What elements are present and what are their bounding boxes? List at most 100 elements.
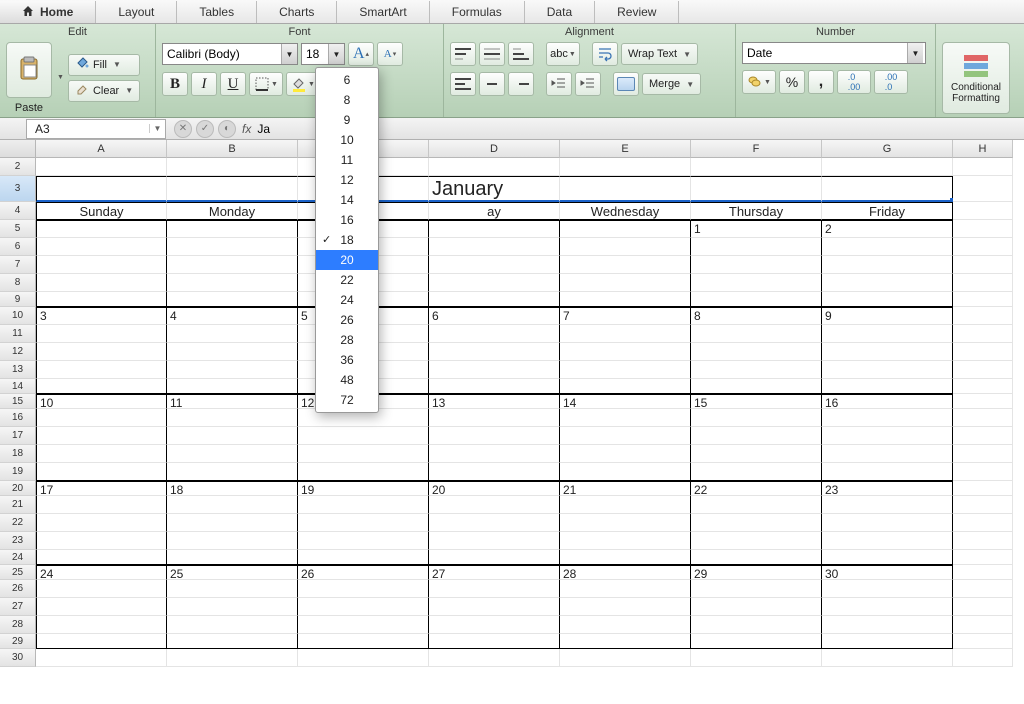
cell-D29[interactable] [429, 634, 560, 649]
cell-B10[interactable]: 4 [167, 307, 298, 325]
increase-font-button[interactable]: A▴ [348, 42, 374, 66]
cell-G22[interactable] [822, 514, 953, 532]
tab-smartart[interactable]: SmartArt [337, 1, 429, 23]
cell-D13[interactable] [429, 361, 560, 379]
cell-H6[interactable] [953, 238, 1013, 256]
font-size-option-16[interactable]: 16 [316, 210, 378, 230]
conditional-formatting-button[interactable]: Conditional Formatting [942, 42, 1010, 114]
cell-H11[interactable] [953, 325, 1013, 343]
cell-B19[interactable] [167, 463, 298, 481]
cell-D4[interactable]: ay [429, 202, 560, 220]
cell-E12[interactable] [560, 343, 691, 361]
cell-H19[interactable] [953, 463, 1013, 481]
cell-C23[interactable] [298, 532, 429, 550]
cell-E26[interactable] [560, 580, 691, 598]
cell-H24[interactable] [953, 550, 1013, 565]
cell-G21[interactable] [822, 496, 953, 514]
cell-D19[interactable] [429, 463, 560, 481]
bold-button[interactable]: B [162, 72, 188, 96]
cell-H7[interactable] [953, 256, 1013, 274]
cell-H25[interactable] [953, 565, 1013, 580]
cell-F26[interactable] [691, 580, 822, 598]
cell-B17[interactable] [167, 427, 298, 445]
row-header-14[interactable]: 14 [0, 379, 36, 394]
cell-G27[interactable] [822, 598, 953, 616]
font-size-option-11[interactable]: 11 [316, 150, 378, 170]
cell-F9[interactable] [691, 292, 822, 307]
font-size-option-8[interactable]: 8 [316, 90, 378, 110]
cell-E30[interactable] [560, 649, 691, 667]
cell-E13[interactable] [560, 361, 691, 379]
cell-C26[interactable] [298, 580, 429, 598]
cell-E3[interactable] [560, 176, 691, 202]
cell-H13[interactable] [953, 361, 1013, 379]
cell-C29[interactable] [298, 634, 429, 649]
cell-G17[interactable] [822, 427, 953, 445]
font-size-option-26[interactable]: 26 [316, 310, 378, 330]
cell-H29[interactable] [953, 634, 1013, 649]
cell-G30[interactable] [822, 649, 953, 667]
tab-formulas[interactable]: Formulas [430, 1, 525, 23]
cell-D5[interactable] [429, 220, 560, 238]
cell-F23[interactable] [691, 532, 822, 550]
cell-A19[interactable] [36, 463, 167, 481]
clear-button[interactable]: Clear▼ [68, 80, 140, 102]
font-size-input[interactable] [302, 44, 328, 64]
align-top-button[interactable] [450, 42, 476, 66]
cell-B6[interactable] [167, 238, 298, 256]
col-header-G[interactable]: G [822, 140, 953, 158]
cell-A11[interactable] [36, 325, 167, 343]
cell-E15[interactable]: 14 [560, 394, 691, 409]
cell-G28[interactable] [822, 616, 953, 634]
cell-H27[interactable] [953, 598, 1013, 616]
row-header-3[interactable]: 3 [0, 176, 36, 202]
cell-G19[interactable] [822, 463, 953, 481]
cell-F25[interactable]: 29 [691, 565, 822, 580]
cell-G6[interactable] [822, 238, 953, 256]
cell-D9[interactable] [429, 292, 560, 307]
increase-decimal-button[interactable]: .0.00 [837, 70, 871, 94]
cell-D6[interactable] [429, 238, 560, 256]
cell-A2[interactable] [36, 158, 167, 176]
cell-H30[interactable] [953, 649, 1013, 667]
cell-F14[interactable] [691, 379, 822, 394]
cell-A12[interactable] [36, 343, 167, 361]
cell-H23[interactable] [953, 532, 1013, 550]
cell-F2[interactable] [691, 158, 822, 176]
cell-B15[interactable]: 11 [167, 394, 298, 409]
align-center-button[interactable] [479, 72, 505, 96]
cell-A29[interactable] [36, 634, 167, 649]
name-box-dropdown[interactable]: ▼ [149, 124, 165, 133]
cell-B5[interactable] [167, 220, 298, 238]
row-header-6[interactable]: 6 [0, 238, 36, 256]
cell-G20[interactable]: 23 [822, 481, 953, 496]
font-size-option-14[interactable]: 14 [316, 190, 378, 210]
cell-H15[interactable] [953, 394, 1013, 409]
row-header-5[interactable]: 5 [0, 220, 36, 238]
decrease-font-button[interactable]: A▾ [377, 42, 403, 66]
cell-B29[interactable] [167, 634, 298, 649]
cell-C25[interactable]: 26 [298, 565, 429, 580]
cell-F28[interactable] [691, 616, 822, 634]
tab-tables[interactable]: Tables [177, 1, 257, 23]
row-header-27[interactable]: 27 [0, 598, 36, 616]
cell-F10[interactable]: 8 [691, 307, 822, 325]
increase-indent-button[interactable] [575, 72, 601, 96]
cell-C19[interactable] [298, 463, 429, 481]
row-header-24[interactable]: 24 [0, 550, 36, 565]
font-size-option-48[interactable]: 48 [316, 370, 378, 390]
cell-G14[interactable] [822, 379, 953, 394]
font-size-option-72[interactable]: 72 [316, 390, 378, 410]
cell-E7[interactable] [560, 256, 691, 274]
col-header-D[interactable]: D [429, 140, 560, 158]
cell-A10[interactable]: 3 [36, 307, 167, 325]
cell-E24[interactable] [560, 550, 691, 565]
cell-H2[interactable] [953, 158, 1013, 176]
row-header-22[interactable]: 22 [0, 514, 36, 532]
cell-F7[interactable] [691, 256, 822, 274]
paste-button[interactable] [6, 42, 52, 98]
cell-A30[interactable] [36, 649, 167, 667]
percent-button[interactable]: % [779, 70, 805, 94]
cell-G24[interactable] [822, 550, 953, 565]
font-name-dropdown[interactable]: ▼ [281, 44, 297, 64]
